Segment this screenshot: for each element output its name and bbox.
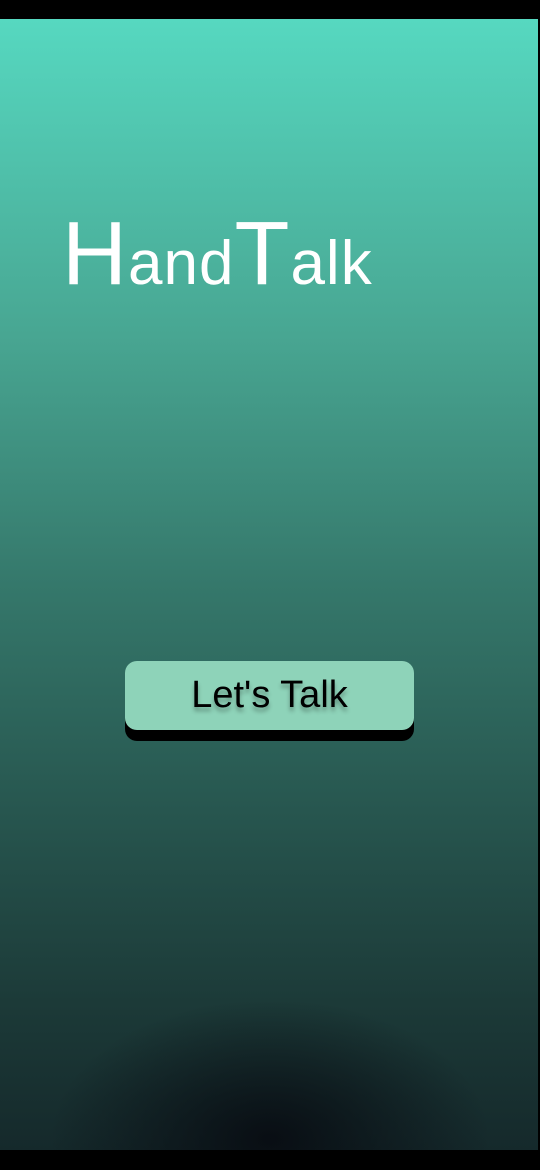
navigation-bar <box>0 1150 540 1170</box>
splash-screen: HandTalk <box>0 19 538 1150</box>
status-bar <box>0 0 540 19</box>
title-part-and: and <box>128 229 235 298</box>
title-part-alk: alk <box>290 229 373 298</box>
app-title: HandTalk <box>62 209 373 299</box>
lets-talk-label: Let's Talk <box>191 674 348 716</box>
lets-talk-button[interactable]: Let's Talk <box>125 661 414 730</box>
title-letter-t: T <box>234 204 291 304</box>
title-letter-h: H <box>62 204 128 304</box>
